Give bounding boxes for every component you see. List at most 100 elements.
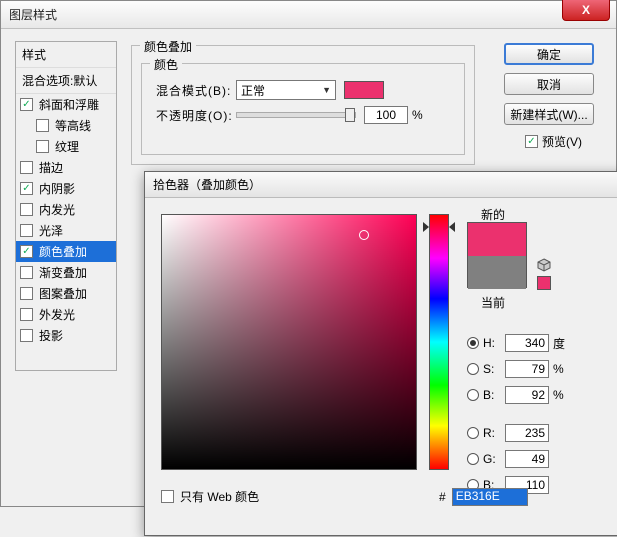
hash-label: # (439, 490, 446, 504)
ok-button[interactable]: 确定 (504, 43, 594, 65)
style-item-label: 光泽 (39, 222, 63, 239)
styles-panel: 样式 混合选项:默认 ✓ 斜面和浮雕等高线纹理描边 ✓ 内阴影内发光光泽 ✓ 颜色叠加渐变… (15, 41, 117, 371)
checkbox-icon[interactable] (20, 329, 33, 342)
websafe-swatch[interactable] (537, 276, 551, 290)
hue-pointer-right (449, 222, 455, 232)
opacity-label: 不透明度(O): (156, 107, 236, 124)
style-item-label: 投影 (39, 327, 63, 344)
input-H[interactable] (505, 334, 549, 352)
picker-title: 拾色器（叠加颜色） (153, 176, 261, 193)
current-color-swatch[interactable] (468, 256, 526, 289)
layer-style-window: 图层样式 X 样式 混合选项:默认 ✓ 斜面和浮雕等高线纹理描边 ✓ 内阴影内发光光泽… (0, 0, 617, 507)
picker-titlebar[interactable]: 拾色器（叠加颜色） (145, 172, 617, 198)
preview-checkbox[interactable]: ✓ 预览(V) (525, 133, 582, 150)
style-item-label: 等高线 (55, 117, 91, 134)
gamut-warning-icon[interactable] (537, 258, 551, 272)
web-only-label: 只有 Web 颜色 (180, 488, 259, 505)
blending-options-row[interactable]: 混合选项:默认 (16, 68, 116, 94)
unit-B: % (553, 388, 571, 402)
checkbox-icon[interactable]: ✓ (20, 245, 33, 258)
input-B[interactable] (505, 386, 549, 404)
new-color-swatch[interactable] (468, 223, 526, 256)
style-item-1[interactable]: 等高线 (16, 115, 116, 136)
checkbox-icon[interactable] (36, 140, 49, 153)
web-only-checkbox[interactable]: 只有 Web 颜色 (161, 488, 259, 505)
checkbox-icon[interactable]: ✓ (20, 98, 33, 111)
color-group: 颜色 混合模式(B): 正常 ▼ 不透明度(O): % (141, 63, 465, 155)
picker-body: 新的 当前 添 H:度S:%B:% R:G:B: Lab 只有 (145, 198, 617, 537)
style-item-6[interactable]: 光泽 (16, 220, 116, 241)
checkbox-icon: ✓ (525, 135, 538, 148)
style-item-10[interactable]: 外发光 (16, 304, 116, 325)
blend-mode-select[interactable]: 正常 ▼ (236, 80, 336, 100)
style-item-4[interactable]: ✓ 内阴影 (16, 178, 116, 199)
sv-cursor[interactable] (359, 230, 369, 240)
label-G: G: (483, 452, 501, 466)
opacity-slider[interactable] (236, 112, 356, 118)
titlebar[interactable]: 图层样式 X (1, 1, 616, 29)
opacity-unit: % (412, 108, 423, 122)
input-S[interactable] (505, 360, 549, 378)
color-overlay-legend: 颜色叠加 (140, 38, 196, 55)
hue-pointer-left (423, 222, 429, 232)
checkbox-icon[interactable] (20, 224, 33, 237)
checkbox-icon[interactable] (20, 161, 33, 174)
blend-mode-label: 混合模式(B): (156, 82, 236, 99)
hsb-H-row: H: 度 (467, 334, 571, 352)
checkbox-icon[interactable] (20, 203, 33, 216)
style-item-label: 斜面和浮雕 (39, 96, 99, 113)
style-item-label: 图案叠加 (39, 285, 87, 302)
cancel-button[interactable]: 取消 (504, 73, 594, 95)
style-item-7[interactable]: ✓ 颜色叠加 (16, 241, 116, 262)
checkbox-icon[interactable]: ✓ (20, 182, 33, 195)
style-item-label: 颜色叠加 (39, 243, 87, 260)
label-H: H: (483, 336, 501, 350)
style-item-3[interactable]: 描边 (16, 157, 116, 178)
radio-B[interactable] (467, 389, 479, 401)
chevron-down-icon: ▼ (322, 85, 331, 95)
hex-input[interactable]: EB316E (452, 488, 528, 506)
style-item-9[interactable]: 图案叠加 (16, 283, 116, 304)
label-S: S: (483, 362, 501, 376)
checkbox-icon (161, 490, 174, 503)
checkbox-icon[interactable] (20, 308, 33, 321)
style-item-label: 纹理 (55, 138, 79, 155)
style-item-label: 渐变叠加 (39, 264, 87, 281)
opacity-input[interactable] (364, 106, 408, 124)
close-button[interactable]: X (562, 0, 610, 21)
radio-S[interactable] (467, 363, 479, 375)
close-icon: X (582, 3, 590, 17)
hsb-S-row: S:% (467, 360, 571, 378)
radio-G[interactable] (467, 453, 479, 465)
input-G[interactable] (505, 450, 549, 468)
radio-R[interactable] (467, 427, 479, 439)
style-item-11[interactable]: 投影 (16, 325, 116, 346)
checkbox-icon[interactable] (20, 266, 33, 279)
rgb-G-row: G: (467, 450, 553, 468)
unit-H: 度 (553, 335, 571, 352)
styles-header[interactable]: 样式 (16, 42, 116, 68)
style-item-5[interactable]: 内发光 (16, 199, 116, 220)
hue-slider[interactable] (429, 214, 449, 470)
current-color-label: 当前 (481, 294, 505, 311)
style-item-2[interactable]: 纹理 (16, 136, 116, 157)
checkbox-icon[interactable] (20, 287, 33, 300)
style-item-label: 外发光 (39, 306, 75, 323)
new-style-button[interactable]: 新建样式(W)... (504, 103, 594, 125)
slider-thumb[interactable] (345, 108, 355, 122)
hsb-B-row: B:% (467, 386, 571, 404)
saturation-value-field[interactable] (161, 214, 417, 470)
checkbox-icon[interactable] (36, 119, 49, 132)
overlay-color-swatch[interactable] (344, 81, 384, 99)
style-item-label: 内阴影 (39, 180, 75, 197)
window-title: 图层样式 (9, 6, 57, 23)
new-color-label: 新的 (481, 206, 505, 223)
input-R[interactable] (505, 424, 549, 442)
style-item-8[interactable]: 渐变叠加 (16, 262, 116, 283)
unit-S: % (553, 362, 571, 376)
style-item-0[interactable]: ✓ 斜面和浮雕 (16, 94, 116, 115)
radio-H[interactable] (467, 337, 479, 349)
style-item-label: 描边 (39, 159, 63, 176)
preview-label: 预览(V) (542, 133, 582, 150)
label-R: R: (483, 426, 501, 440)
